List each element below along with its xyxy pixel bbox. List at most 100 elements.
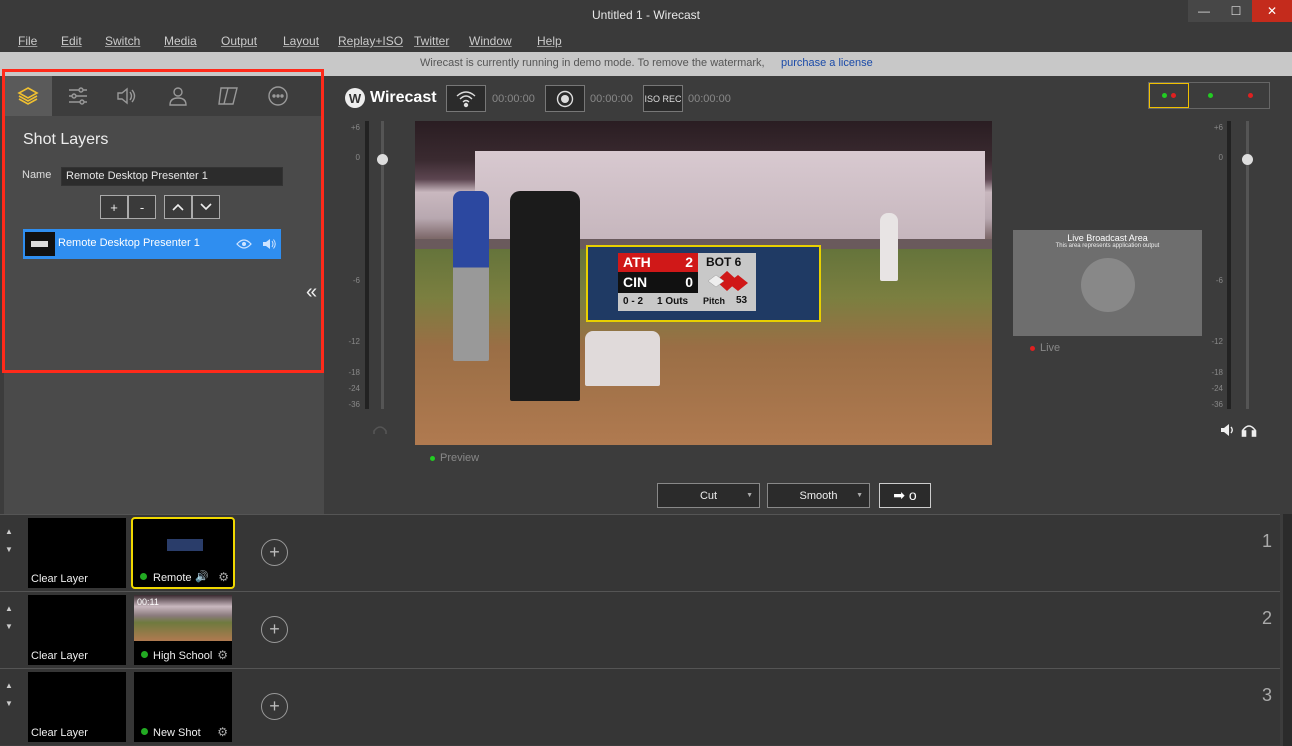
window-title: Untitled 1 - Wirecast: [591, 8, 701, 22]
collapse-panel-icon[interactable]: «: [306, 281, 317, 304]
shot-layers-panel: Shot Layers Name Remote Desktop Presente…: [4, 76, 324, 514]
remove-layer-button[interactable]: -: [128, 195, 156, 219]
name-label: Name: [22, 169, 52, 181]
menu-media[interactable]: Media: [164, 34, 197, 48]
layer-row-1: ▲ ▼ Clear Layer Remote 🔊 ⚙ + 1: [0, 514, 1280, 591]
more-icon[interactable]: [254, 76, 302, 116]
maximize-button[interactable]: ☐: [1220, 0, 1252, 22]
wifi-icon: [456, 90, 476, 107]
record-icon: [556, 90, 574, 107]
smooth-transition-select[interactable]: Smooth ▼: [767, 483, 870, 508]
add-shot-button[interactable]: +: [261, 539, 288, 566]
watermark-logo-icon: [1081, 258, 1135, 312]
gear-icon[interactable]: ⚙: [217, 648, 228, 662]
gear-icon[interactable]: ⚙: [217, 725, 228, 739]
menu-layout[interactable]: Layout: [283, 34, 319, 48]
close-button[interactable]: ✕: [1252, 0, 1292, 22]
clear-layer-shot[interactable]: Clear Layer: [28, 672, 126, 742]
headphones-icon[interactable]: [1241, 422, 1257, 438]
preview-volume-fader[interactable]: [377, 154, 388, 165]
eye-icon[interactable]: [236, 238, 252, 250]
speaker-icon[interactable]: 🔊: [195, 570, 209, 583]
remote-shot[interactable]: Remote 🔊 ⚙: [131, 517, 235, 589]
preview-monitor[interactable]: ATH 2 CIN 0 0 - 2 1 Outs BOT 6 Pitch 53: [415, 121, 992, 445]
bases-icon: [707, 271, 748, 291]
catcher-figure: [585, 331, 660, 386]
layer-reorder-arrows[interactable]: ▲ ▼: [5, 600, 13, 636]
umpire-figure: [510, 191, 580, 401]
demo-banner-text: Wirecast is currently running in demo mo…: [420, 57, 765, 69]
preview-label: Preview: [428, 452, 479, 464]
wirecast-logo-icon: W: [345, 88, 365, 108]
layout-mode-preview[interactable]: [1190, 83, 1230, 108]
app-name: Wirecast: [370, 89, 437, 106]
new-shot[interactable]: New Shot ⚙: [134, 672, 232, 742]
iso-record-button[interactable]: ISO REC: [643, 85, 683, 112]
go-button[interactable]: ➡ o: [879, 483, 931, 508]
sliders-icon[interactable]: [54, 76, 102, 116]
layer-item-label: Remote Desktop Presenter 1: [58, 237, 200, 249]
layer-number: 1: [1262, 531, 1273, 551]
menu-help[interactable]: Help: [537, 34, 562, 48]
stream-timer: 00:00:00: [492, 93, 535, 105]
person-icon[interactable]: [154, 76, 202, 116]
layer-name-field[interactable]: Remote Desktop Presenter 1: [61, 167, 283, 186]
move-layer-down-button[interactable]: [192, 195, 220, 219]
live-monitor[interactable]: Live Broadcast Area This area represents…: [1013, 230, 1202, 336]
minimize-button[interactable]: —: [1188, 0, 1220, 22]
pitcher-figure: [880, 213, 898, 281]
menu-replay-iso[interactable]: Replay+ISO: [338, 34, 403, 48]
high-school-baseball-shot[interactable]: 00:11 High School B ⚙: [134, 595, 232, 665]
layer-row-3: ▲ ▼ Clear Layer New Shot ⚙ + 3: [0, 668, 1280, 745]
add-layer-button[interactable]: +: [100, 195, 128, 219]
layer-list-item[interactable]: Remote Desktop Presenter 1: [23, 229, 281, 259]
layers-scrollbar[interactable]: [1283, 514, 1292, 746]
move-layer-up-button[interactable]: [164, 195, 192, 219]
clear-layer-shot[interactable]: Clear Layer: [28, 595, 126, 665]
clear-layer-shot[interactable]: Clear Layer: [28, 518, 126, 588]
layer-reorder-arrows[interactable]: ▲ ▼: [5, 523, 13, 559]
layer-number: 3: [1262, 685, 1273, 705]
menu-file[interactable]: File: [18, 34, 37, 48]
record-timer: 00:00:00: [590, 93, 633, 105]
headphones-icon[interactable]: [372, 423, 388, 437]
layer-reorder-arrows[interactable]: ▲ ▼: [5, 677, 13, 713]
chevron-down-icon: ▼: [856, 492, 863, 499]
title-bar: Untitled 1 - Wirecast — ☐ ✕: [0, 0, 1292, 30]
speaker-icon[interactable]: [1219, 422, 1237, 438]
menu-window[interactable]: Window: [469, 34, 512, 48]
add-shot-button[interactable]: +: [261, 616, 288, 643]
record-button[interactable]: [545, 85, 585, 112]
shot-thumbnail: [167, 539, 203, 551]
menu-switch[interactable]: Switch: [105, 34, 140, 48]
purchase-license-link[interactable]: purchase a license: [781, 57, 873, 69]
cut-transition-select[interactable]: Cut ▼: [657, 483, 760, 508]
panel-tabs: [4, 76, 324, 116]
chevron-up-icon: [172, 203, 184, 211]
menu-output[interactable]: Output: [221, 34, 257, 48]
master-layers: ▲ ▼ Clear Layer Remote 🔊 ⚙ + 1 ▲ ▼ Clear L…: [0, 514, 1292, 746]
speaker-icon[interactable]: [261, 236, 277, 252]
chevron-down-icon: ▼: [746, 492, 753, 499]
demo-banner: Wirecast is currently running in demo mo…: [0, 52, 1292, 76]
menu-edit[interactable]: Edit: [61, 34, 82, 48]
text-icon[interactable]: [204, 76, 252, 116]
layout-mode-group: [1148, 82, 1270, 109]
stream-button[interactable]: [446, 85, 486, 112]
layer-number: 2: [1262, 608, 1273, 628]
menu-twitter[interactable]: Twitter: [414, 34, 449, 48]
layout-mode-both[interactable]: [1149, 83, 1189, 108]
shot-duration: 00:11: [137, 597, 159, 607]
live-label: Live: [1028, 342, 1060, 354]
speaker-icon[interactable]: [103, 76, 151, 116]
panel-title: Shot Layers: [23, 131, 109, 148]
layer-thumbnail: [25, 232, 55, 256]
gear-icon[interactable]: ⚙: [218, 570, 229, 584]
live-volume-fader[interactable]: [1242, 154, 1253, 165]
batter-figure: [453, 191, 489, 361]
add-shot-button[interactable]: +: [261, 693, 288, 720]
layout-mode-live[interactable]: [1230, 83, 1270, 108]
menu-bar: File Edit Switch Media Output Layout Rep…: [0, 30, 1292, 52]
layers-icon[interactable]: [4, 76, 52, 116]
live-heading: Live Broadcast Area: [1067, 233, 1148, 243]
